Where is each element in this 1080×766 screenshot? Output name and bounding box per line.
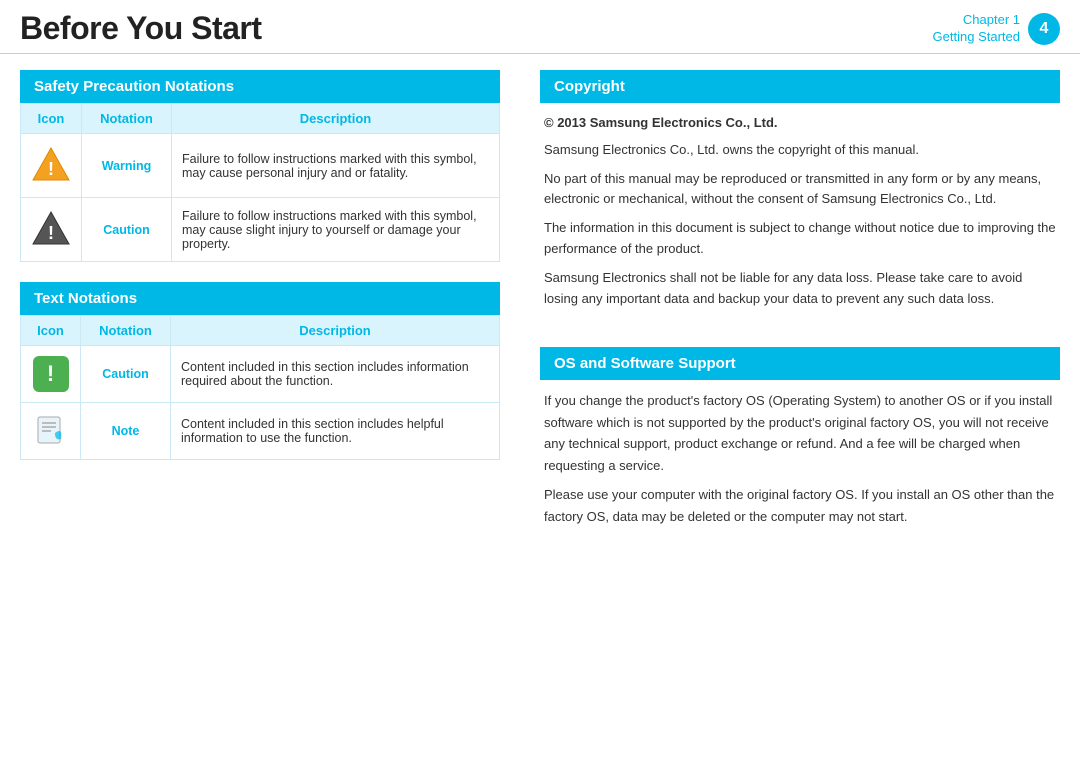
text-col-description: Description <box>171 316 500 346</box>
chapter-info: Chapter 1 Getting Started <box>933 12 1020 46</box>
safety-notation-caution: Caution <box>82 198 172 262</box>
chapter-line2: Getting Started <box>933 29 1020 46</box>
safety-desc-caution: Failure to follow instructions marked wi… <box>172 198 500 262</box>
table-row: Note Content included in this section in… <box>21 403 500 460</box>
safety-table: Icon Notation Description ! Warning Fail… <box>20 103 500 262</box>
note-paper-icon <box>33 413 69 449</box>
text-notation-caution: Caution <box>81 346 171 403</box>
safety-notation-warning: Warning <box>82 134 172 198</box>
safety-icon-caution: ! <box>21 198 82 262</box>
safety-col-notation: Notation <box>82 104 172 134</box>
svg-text:!: ! <box>48 159 54 179</box>
copyright-bold: © 2013 Samsung Electronics Co., Ltd. <box>544 113 1056 134</box>
main-content: Safety Precaution Notations Icon Notatio… <box>0 54 1080 755</box>
page-number-badge: 4 <box>1028 13 1060 45</box>
text-col-notation: Notation <box>81 316 171 346</box>
safety-icon-warning: ! <box>21 134 82 198</box>
copyright-para-2: No part of this manual may be reproduced… <box>544 169 1056 211</box>
svg-text:!: ! <box>48 223 54 243</box>
warning-triangle-icon: ! <box>31 144 71 184</box>
right-column: Copyright © 2013 Samsung Electronics Co.… <box>520 70 1060 739</box>
text-col-icon: Icon <box>21 316 81 346</box>
table-row: ! Caution Failure to follow instructions… <box>21 198 500 262</box>
text-section-header: Text Notations <box>20 282 500 315</box>
safety-col-icon: Icon <box>21 104 82 134</box>
chapter-line1: Chapter 1 <box>933 12 1020 29</box>
caution-triangle-icon: ! <box>31 208 71 248</box>
copyright-para-3: The information in this document is subj… <box>544 218 1056 260</box>
table-row: ! Caution Content included in this secti… <box>21 346 500 403</box>
safety-col-description: Description <box>172 104 500 134</box>
text-icon-note <box>21 403 81 460</box>
text-table: Icon Notation Description ! Caution Cont… <box>20 315 500 460</box>
safety-desc-warning: Failure to follow instructions marked wi… <box>172 134 500 198</box>
page-title: Before You Start <box>20 10 262 47</box>
os-para-1: If you change the product's factory OS (… <box>544 390 1056 476</box>
header-right: Chapter 1 Getting Started 4 <box>933 12 1060 46</box>
green-caution-icon: ! <box>33 356 69 392</box>
os-header: OS and Software Support <box>540 347 1060 380</box>
copyright-section: Copyright © 2013 Samsung Electronics Co.… <box>540 70 1060 327</box>
os-section: OS and Software Support If you change th… <box>540 347 1060 545</box>
copyright-para-1: Samsung Electronics Co., Ltd. owns the c… <box>544 140 1056 161</box>
text-icon-caution: ! <box>21 346 81 403</box>
left-column: Safety Precaution Notations Icon Notatio… <box>20 70 520 739</box>
text-desc-caution: Content included in this section include… <box>171 346 500 403</box>
copyright-header: Copyright <box>540 70 1060 103</box>
page-header: Before You Start Chapter 1 Getting Start… <box>0 0 1080 54</box>
os-para-2: Please use your computer with the origin… <box>544 484 1056 527</box>
text-notation-note: Note <box>81 403 171 460</box>
text-desc-note: Content included in this section include… <box>171 403 500 460</box>
table-row: ! Warning Failure to follow instructions… <box>21 134 500 198</box>
copyright-para-4: Samsung Electronics shall not be liable … <box>544 268 1056 310</box>
safety-section-header: Safety Precaution Notations <box>20 70 500 103</box>
